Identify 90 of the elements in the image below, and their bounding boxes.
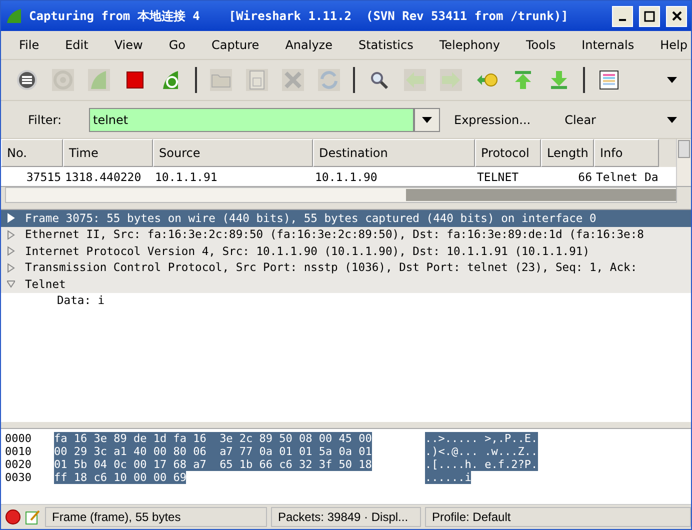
column-header[interactable]: Source — [153, 139, 313, 167]
folder-icon — [210, 69, 232, 91]
maximize-icon — [644, 10, 655, 22]
ascii-text: .[....h. e.f.2?P. — [425, 458, 538, 471]
notepad-pencil-icon[interactable] — [25, 509, 41, 525]
status-field-info: Frame (frame), 55 bytes — [45, 507, 267, 527]
record-icon[interactable] — [5, 509, 21, 525]
hex-bytes: ff 18 c6 10 00 00 69 — [54, 471, 186, 484]
close-icon — [282, 69, 304, 91]
up-arrow-icon — [512, 69, 534, 91]
window-title: Capturing from 本地连接 4 [Wireshark 1.11.2 (SVN Rev 53411 from /trunk)] — [29, 8, 570, 24]
fin-icon — [5, 7, 23, 25]
menu-item[interactable]: Go — [160, 38, 194, 52]
reload-icon — [318, 69, 340, 91]
left-arrow-icon — [404, 69, 426, 91]
column-header[interactable]: Info — [594, 139, 659, 167]
collapsed-triangle-icon[interactable] — [7, 262, 15, 273]
document-icon — [246, 69, 268, 91]
menu-item[interactable]: Statistics — [350, 38, 422, 52]
hex-bytes: 00 29 3c a1 40 00 80 06 a7 77 0a 01 01 5a 0a 01 — [54, 445, 372, 458]
menu-item[interactable]: File — [11, 38, 48, 52]
clear-button[interactable]: Clear — [560, 110, 600, 130]
menu-item[interactable]: Capture — [203, 38, 268, 52]
stop-icon — [124, 69, 146, 91]
hex-offset: 0010 — [4, 445, 32, 458]
dropdown-button[interactable] — [414, 108, 440, 132]
detail-row[interactable]: Telnet — [1, 276, 691, 292]
detail-row[interactable]: Ethernet II, Src: fa:16:3e:2c:89:50 (fa:16:3e:2c:89:50), Dst: fa:16:3e:89:de:1d (fa:16:3e:8 — [1, 226, 691, 243]
detail-row[interactable]: Internet Protocol Version 4, Src: 10.1.1.90 (10.1.1.90), Dst: 10.1.1.91 (10.1.1.91) — [1, 243, 691, 260]
close-icon — [672, 11, 682, 21]
table-cell-text: 10.1.1.91 — [154, 168, 218, 186]
hex-offset: 0020 — [4, 458, 32, 471]
hex-bytes: 01 5b 04 0c 00 17 68 a7 65 1b 66 c6 32 3f 50 18 — [54, 458, 372, 471]
detail-row[interactable]: Transmission Control Protocol, Src Port: nsstp (1036), Dst Port: telnet (23), Seq: 1, Ack: — [1, 260, 691, 276]
table-cell-text: 37515 — [25, 168, 62, 186]
ascii-text: ..>..... >,.P..E. — [425, 432, 538, 445]
search-icon — [368, 69, 390, 91]
minimize-button[interactable] — [612, 6, 633, 26]
caret-icon — [422, 116, 432, 122]
table-cell-text: 1318.440220 — [64, 168, 142, 186]
color-lines-icon — [598, 69, 620, 91]
close-button[interactable] — [666, 6, 687, 26]
filter-label: Filter: — [28, 112, 63, 126]
ascii-text: ......i — [425, 471, 472, 484]
menu-item[interactable]: View — [106, 38, 151, 52]
menu-item[interactable]: Internals — [574, 38, 642, 52]
filter-field[interactable]: telnet — [89, 108, 414, 132]
detail-text: Ethernet II, Src: fa:16:3e:2c:89:50 (fa:16:3e:2c:89:50), Dst: fa:16:3e:89:de:1d (fa:16:3e:8 — [25, 228, 644, 242]
detail-text: Frame 3075: 55 bytes on wire (440 bits), 55 bytes captured (440 bits) on interface 0 — [25, 212, 596, 225]
hex-bytes: fa 16 3e 89 de 1d fa 16 3e 2c 89 50 08 00 45 00 — [54, 432, 372, 445]
column-header[interactable]: No. — [1, 139, 63, 167]
menu-item[interactable]: Help — [652, 38, 692, 52]
menu-item[interactable]: Edit — [57, 38, 96, 52]
right-arrow-icon — [440, 69, 462, 91]
vertical-scrollbar[interactable] — [676, 139, 691, 186]
fin-icon — [88, 69, 110, 91]
menu-item[interactable]: Tools — [518, 38, 564, 52]
status-packets: Packets: 39849 · Displ... — [271, 507, 421, 527]
down-arrow-icon — [548, 69, 570, 91]
horizontal-scrollbar[interactable] — [5, 187, 677, 203]
maximize-button[interactable] — [639, 6, 660, 26]
column-header[interactable]: Destination — [313, 139, 475, 167]
detail-text: Telnet — [25, 278, 66, 291]
interface-list-icon — [16, 69, 38, 91]
hex-offset: 0030 — [4, 471, 32, 484]
table-cell-text: 66 — [577, 168, 593, 186]
menu-item[interactable]: Analyze — [277, 38, 340, 52]
table-cell-text: TELNET — [476, 168, 520, 186]
column-header[interactable]: Time — [63, 139, 153, 167]
detail-row[interactable]: Frame 3075: 55 bytes on wire (440 bits), 55 bytes captured (440 bits) on interface 0 — [1, 210, 691, 226]
table-cell-text: 10.1.1.90 — [314, 168, 378, 186]
hex-offset: 0000 — [4, 432, 32, 445]
column-header[interactable]: Length — [541, 139, 594, 167]
detail-text: Transmission Control Protocol, Src Port: nsstp (1036), Dst Port: telnet (23), Seq: 1, Ack: — [25, 261, 638, 274]
minimize-icon — [619, 19, 626, 21]
table-cell-text: Telnet Da — [595, 168, 659, 186]
detail-text: Internet Protocol Version 4, Src: 10.1.1.90 (10.1.1.90), Dst: 10.1.1.91 (10.1.1.91) — [25, 244, 590, 258]
collapsed-triangle-icon[interactable] — [7, 246, 15, 256]
detail-text: Data: i — [57, 294, 105, 308]
column-header[interactable]: Protocol — [475, 139, 541, 167]
status-profile[interactable]: Profile: Default — [425, 507, 691, 527]
menu-item[interactable]: Telephony — [431, 38, 508, 52]
expanded-triangle-icon[interactable] — [7, 279, 15, 290]
packet-row[interactable]: 37515 1318.440220 10.1.1.91 10.1.1.90 TELNET 66 Telnet Da — [1, 167, 676, 186]
caret-icon[interactable] — [667, 116, 677, 122]
caret-icon[interactable] — [667, 77, 677, 83]
gear-icon — [52, 69, 74, 91]
ascii-text: .)<.@... .w...Z.. — [425, 445, 538, 458]
expression-button[interactable]: Expression... — [450, 110, 535, 130]
collapsed-triangle-icon[interactable] — [7, 230, 15, 240]
